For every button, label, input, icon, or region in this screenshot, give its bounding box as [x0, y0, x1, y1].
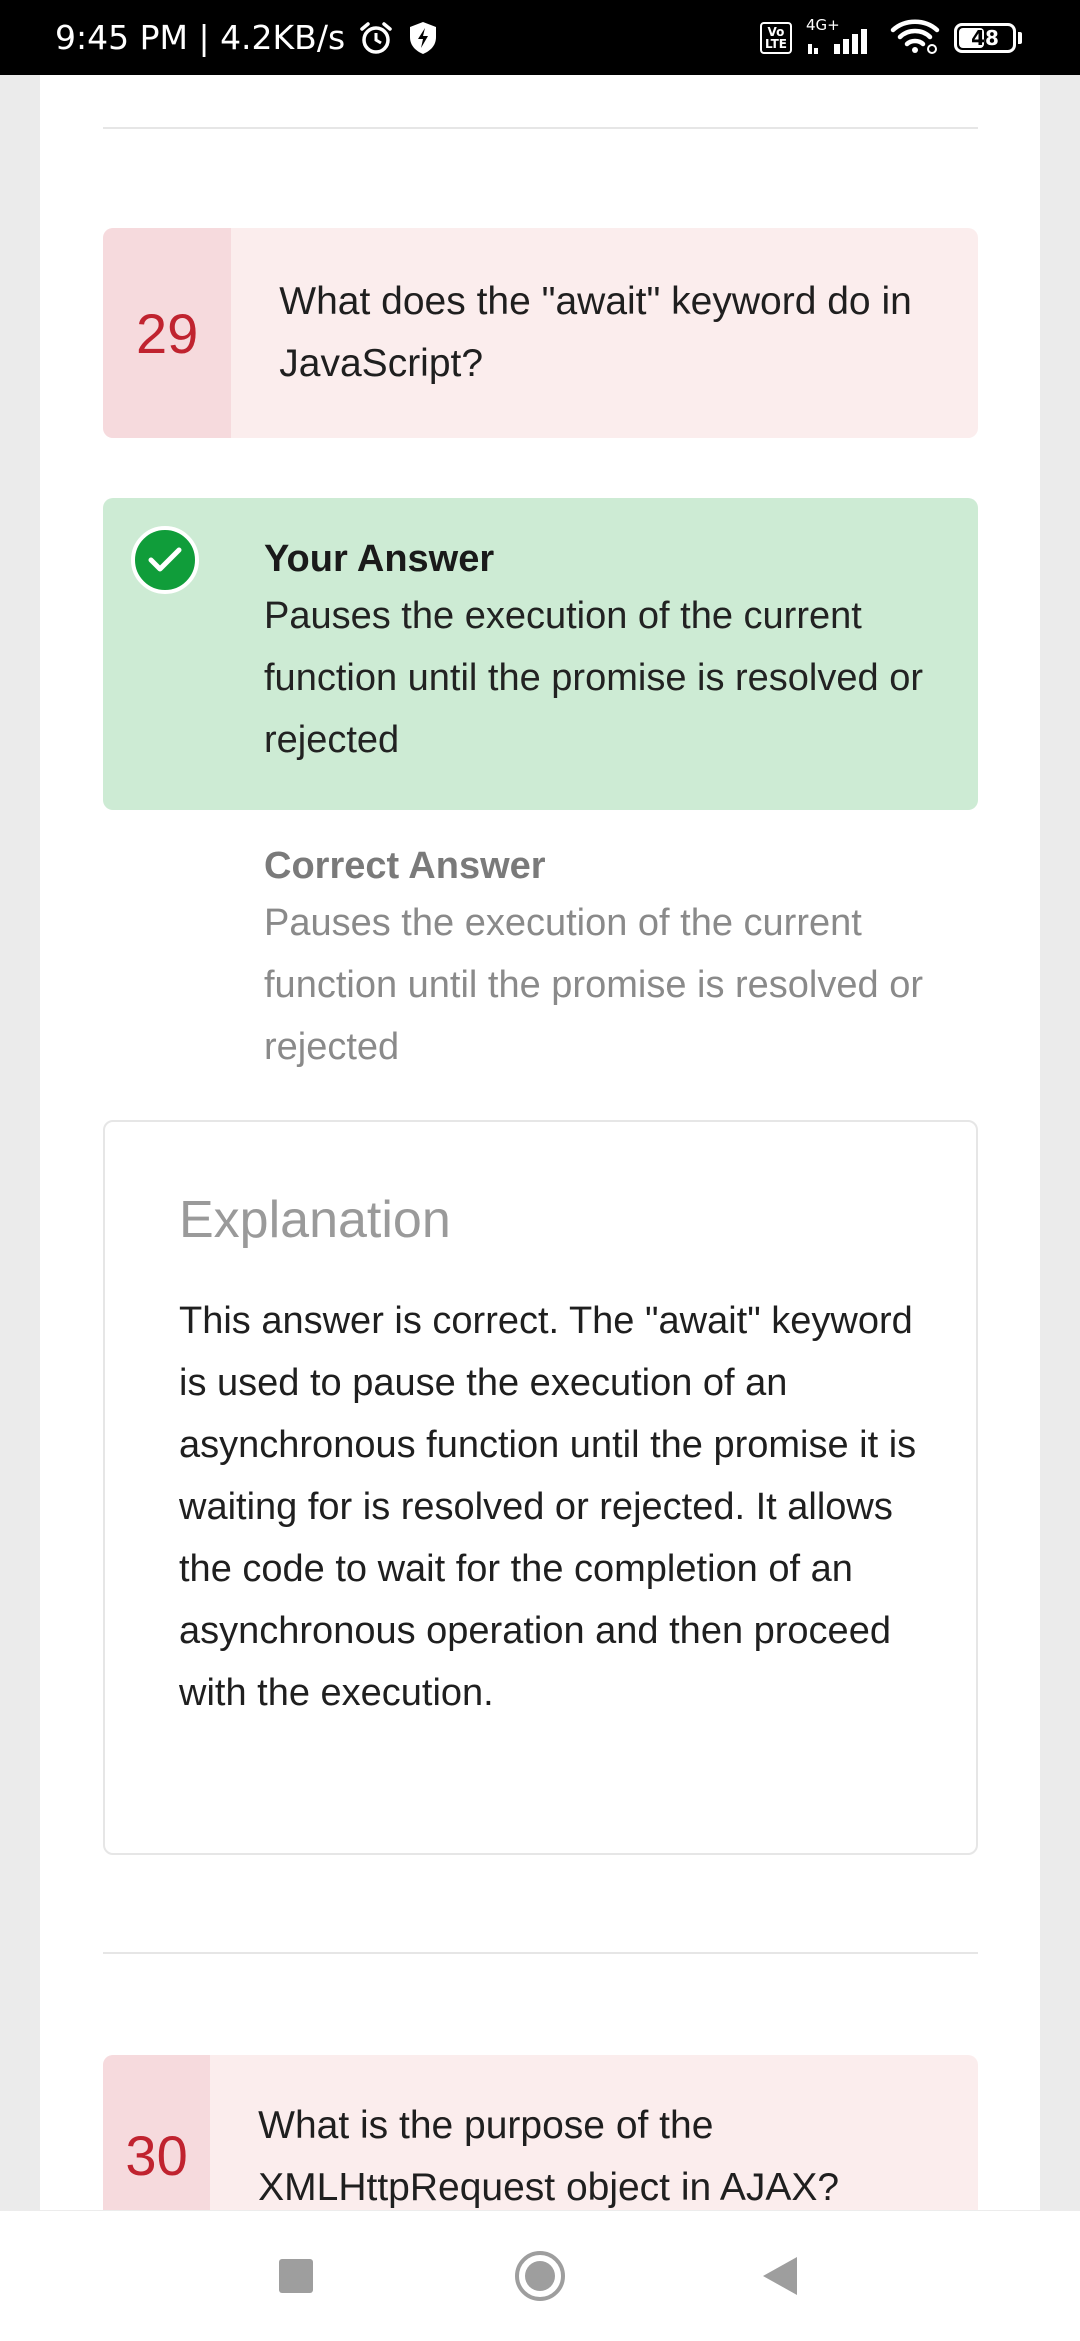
your-answer-box: Your Answer Pauses the execution of the …: [103, 498, 978, 810]
status-bar: 9:45 PM | 4.2KB/s Vo LTE 4G+ 48: [0, 0, 1080, 75]
question-number: 29: [103, 228, 232, 438]
question-card-29: 29 What does the "await" keyword do in J…: [103, 228, 978, 438]
battery-text: 48: [971, 25, 999, 50]
correct-answer-text: Pauses the execution of the current func…: [264, 902, 923, 1068]
volte-icon: Vo LTE: [759, 21, 792, 54]
back-triangle-icon[interactable]: [720, 2211, 840, 2341]
explanation-box: Explanation This answer is correct. The …: [103, 1120, 978, 1855]
your-answer-text: Pauses the execution of the current func…: [264, 595, 923, 761]
home-circle-icon[interactable]: [480, 2211, 600, 2341]
divider-bottom: [103, 1952, 978, 1954]
status-right: Vo LTE 4G+ 48: [759, 0, 1022, 75]
explanation-text: This answer is correct. The "await" keyw…: [179, 1300, 917, 1714]
wifi-icon: [890, 17, 940, 59]
question-text: What does the "await" keyword do in Java…: [279, 280, 912, 385]
status-time-speed: 9:45 PM | 4.2KB/s: [55, 18, 346, 57]
lightning-shield-icon: [407, 20, 439, 56]
signal-icon: 4G+: [806, 16, 876, 58]
explanation-title: Explanation: [179, 1191, 451, 1249]
battery-icon: 48: [954, 22, 1022, 53]
recents-square-icon[interactable]: [236, 2211, 356, 2341]
your-answer-label: Your Answer: [264, 538, 495, 580]
results-page: 29 What does the "await" keyword do in J…: [40, 75, 1040, 2255]
check-icon: [131, 526, 199, 594]
divider-top: [103, 127, 978, 129]
navigation-bar: [0, 2210, 1080, 2341]
correct-answer-block: Correct Answer Pauses the execution of t…: [264, 840, 944, 1078]
status-left: 9:45 PM | 4.2KB/s: [55, 0, 439, 75]
alarm-icon: [357, 19, 395, 57]
correct-answer-label: Correct Answer: [264, 845, 546, 887]
